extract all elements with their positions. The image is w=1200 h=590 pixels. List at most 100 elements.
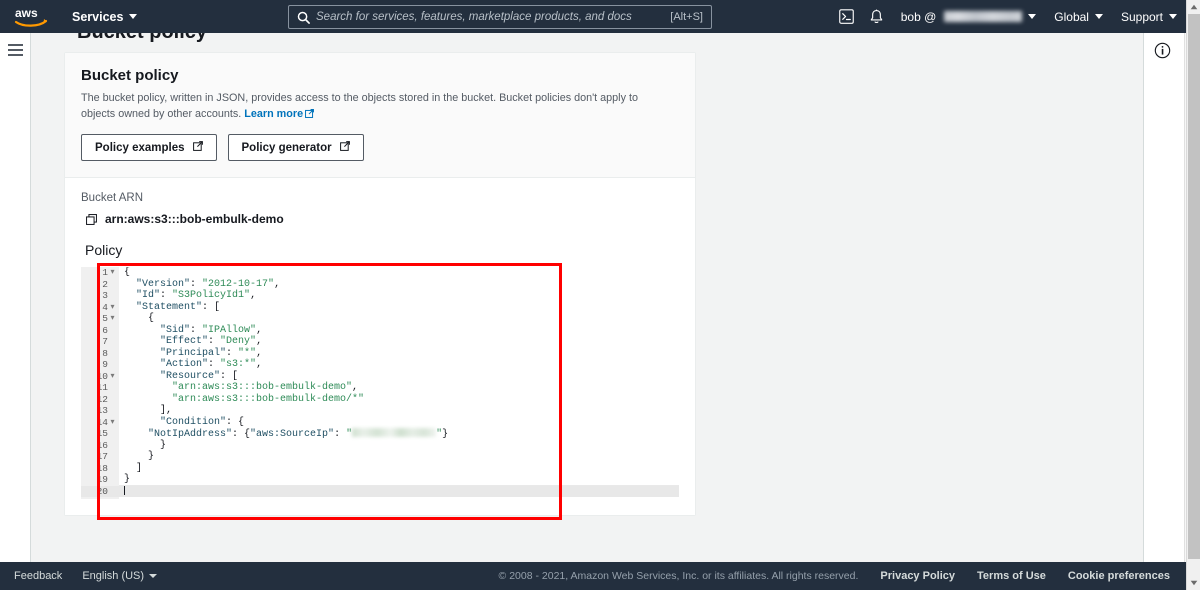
code-text: } bbox=[119, 474, 679, 486]
language-selector[interactable]: English (US) bbox=[82, 570, 158, 582]
top-nav-right-group: bob @ Global Support bbox=[832, 0, 1200, 33]
page-content-area: Bucket policy Bucket policy The bucket p… bbox=[31, 33, 1143, 562]
region-menu[interactable]: Global bbox=[1045, 0, 1112, 33]
code-line[interactable]: 10 ▾ "Resource": [ bbox=[81, 371, 679, 383]
code-token-punct: { bbox=[148, 313, 155, 325]
bucket-policy-card-body: Bucket ARN arn:aws:s3:::bob-embulk-demo … bbox=[65, 178, 695, 516]
account-menu[interactable]: bob @ bbox=[892, 0, 1046, 33]
browser-scroll-up-arrow-icon[interactable] bbox=[1187, 0, 1200, 14]
code-line[interactable]: 11 "arn:aws:s3:::bob-embulk-demo", bbox=[81, 382, 679, 394]
privacy-policy-link[interactable]: Privacy Policy bbox=[880, 570, 955, 582]
learn-more-link[interactable]: Learn more bbox=[244, 108, 315, 121]
code-line[interactable]: 12 "arn:aws:s3:::bob-embulk-demo/*" bbox=[81, 394, 679, 406]
top-navigation-bar: aws Services [Alt+S] bbox=[0, 0, 1200, 33]
info-side-panel bbox=[1143, 33, 1186, 562]
external-link-icon bbox=[339, 141, 350, 154]
learn-more-label: Learn more bbox=[244, 108, 304, 121]
code-line[interactable]: 15 "NotIpAddress": {"aws:SourceIp": " "} bbox=[81, 428, 679, 440]
policy-json-editor[interactable]: 1 ▾{2 "Version": "2012-10-17", 3 "Id": "S3… bbox=[81, 267, 679, 500]
code-line[interactable]: 16 } bbox=[81, 440, 679, 452]
copy-icon[interactable] bbox=[86, 213, 97, 225]
code-line[interactable]: 13 ], bbox=[81, 405, 679, 417]
code-token-punct: ], bbox=[160, 405, 173, 417]
code-text: "Statement": [ bbox=[119, 302, 679, 314]
code-line[interactable]: 3 "Id": "S3PolicyId1", bbox=[81, 290, 679, 302]
code-line[interactable]: 19} bbox=[81, 474, 679, 486]
code-line[interactable]: 7 "Effect": "Deny", bbox=[81, 336, 679, 348]
text-cursor bbox=[124, 485, 125, 495]
policy-examples-button[interactable]: Policy examples bbox=[81, 134, 217, 162]
code-line[interactable]: 2 "Version": "2012-10-17", bbox=[81, 279, 679, 291]
line-number: 13 bbox=[96, 405, 108, 417]
code-token-str: "2012-10-17" bbox=[202, 278, 275, 290]
left-navigation-rail bbox=[0, 33, 31, 562]
info-icon[interactable] bbox=[1154, 42, 1171, 59]
chevron-down-icon bbox=[129, 14, 138, 19]
code-token-punct: , bbox=[256, 359, 263, 371]
code-line[interactable]: 20 bbox=[81, 485, 679, 498]
policy-generator-button[interactable]: Policy generator bbox=[227, 134, 364, 162]
menu-hamburger-icon[interactable] bbox=[8, 44, 23, 56]
cookie-preferences-link[interactable]: Cookie preferences bbox=[1068, 570, 1170, 582]
code-token-punct: } bbox=[124, 474, 131, 486]
card-description: The bucket policy, written in JSON, prov… bbox=[81, 90, 661, 123]
notifications-bell-icon[interactable] bbox=[862, 0, 892, 33]
code-line[interactable]: 5 ▾ { bbox=[81, 313, 679, 325]
cloudshell-icon[interactable] bbox=[832, 0, 862, 33]
code-line[interactable]: 14 ▾ "Condition": { bbox=[81, 417, 679, 429]
support-menu[interactable]: Support bbox=[1112, 0, 1186, 33]
code-text: ] bbox=[119, 463, 679, 475]
code-token-key: "Effect" bbox=[160, 336, 209, 348]
code-text bbox=[119, 485, 679, 498]
chevron-down-icon bbox=[1028, 14, 1037, 19]
code-line[interactable]: 18 ] bbox=[81, 463, 679, 475]
code-line[interactable]: 8 "Principal": "*", bbox=[81, 348, 679, 360]
line-number: 9 bbox=[102, 359, 108, 371]
code-token-key: "Principal" bbox=[160, 347, 227, 359]
external-link-icon bbox=[192, 141, 203, 154]
code-token-punct: { bbox=[124, 267, 131, 279]
services-menu[interactable]: Services bbox=[62, 0, 147, 33]
policy-generator-label: Policy generator bbox=[241, 141, 332, 154]
code-token-punct: , bbox=[256, 347, 263, 359]
chevron-down-icon bbox=[1094, 14, 1103, 19]
browser-scrollbar-thumb[interactable] bbox=[1188, 14, 1200, 559]
line-number: 20 bbox=[81, 485, 119, 498]
bucket-policy-card: Bucket policy The bucket policy, written… bbox=[64, 52, 696, 517]
search-input[interactable] bbox=[316, 11, 671, 23]
line-number: 11 bbox=[96, 382, 108, 394]
code-fold-arrow-icon[interactable]: ▾ bbox=[109, 267, 116, 279]
line-number: 6 bbox=[102, 324, 108, 336]
code-fold-arrow-icon[interactable]: ▾ bbox=[109, 302, 116, 314]
code-text: "Action": "s3:*", bbox=[119, 359, 679, 371]
code-fold-arrow-icon[interactable]: ▾ bbox=[109, 371, 116, 383]
bucket-policy-card-header: Bucket policy The bucket policy, written… bbox=[65, 53, 695, 179]
code-text: ], bbox=[119, 405, 679, 417]
global-search-box[interactable]: [Alt+S] bbox=[288, 5, 712, 29]
bucket-arn-value: arn:aws:s3:::bob-embulk-demo bbox=[105, 212, 284, 227]
code-token-key: "aws:SourceIp" bbox=[250, 429, 335, 441]
browser-vertical-scrollbar[interactable] bbox=[1186, 0, 1200, 590]
code-token-punct: : { bbox=[226, 416, 245, 428]
line-number: 5 ▾ bbox=[102, 313, 116, 325]
code-line[interactable]: 4 ▾ "Statement": [ bbox=[81, 302, 679, 314]
code-token-punct: , bbox=[250, 290, 257, 302]
code-line[interactable]: 6 "Sid": "IPAllow", bbox=[81, 325, 679, 337]
code-token-punct: : [ bbox=[220, 370, 239, 382]
code-token-str: "s3:*" bbox=[220, 359, 257, 371]
chevron-down-icon bbox=[149, 574, 158, 578]
browser-scroll-down-arrow-icon[interactable] bbox=[1187, 576, 1200, 590]
code-token-punct: : bbox=[208, 359, 221, 371]
code-fold-arrow-icon[interactable]: ▾ bbox=[109, 313, 116, 325]
code-line[interactable]: 9 "Action": "s3:*", bbox=[81, 359, 679, 371]
code-line[interactable]: 17 } bbox=[81, 451, 679, 463]
terms-of-use-link[interactable]: Terms of Use bbox=[977, 570, 1046, 582]
aws-logo[interactable]: aws bbox=[0, 0, 62, 33]
code-line[interactable]: 1 ▾ { bbox=[81, 267, 679, 279]
editor-code-lines[interactable]: 1 ▾{2 "Version": "2012-10-17", 3 "Id": "S3… bbox=[81, 267, 679, 498]
code-token-punct: : bbox=[190, 324, 203, 336]
feedback-link[interactable]: Feedback bbox=[14, 570, 62, 582]
line-number: 12 bbox=[96, 393, 108, 405]
code-fold-arrow-icon[interactable]: ▾ bbox=[109, 417, 116, 429]
code-token-punct: , bbox=[352, 382, 359, 394]
